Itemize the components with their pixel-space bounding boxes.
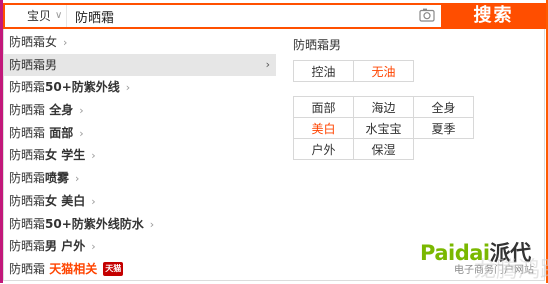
facet-panel: 防晒霜男 控油 无油 面部 海边 全身 美白 水宝宝 夏季 户外 保湿 [293,36,541,160]
facet-option[interactable]: 海边 [353,96,414,118]
search-button[interactable]: 搜索 [441,3,546,29]
suggestion-prefix: 防晒霜 [9,148,46,163]
facet-option[interactable]: 水宝宝 [353,117,414,139]
facet-option[interactable]: 全身 [413,96,474,118]
chevron-right-icon: › [91,240,96,254]
suggestion-item[interactable]: 防晒霜 面部 › [4,122,276,145]
chevron-right-icon: › [63,36,68,49]
suggestion-prefix: 防晒霜 [9,80,46,95]
suggestion-extra: 50+防紫外线 [45,80,120,95]
suggestion-extra: 面部 [45,125,74,140]
suggestion-prefix: 防晒霜 [9,239,46,254]
chevron-right-icon: › [265,57,270,71]
suggestion-prefix: 防晒霜 [9,103,46,118]
suggestion-prefix: 防晒霜 [9,57,46,72]
suggestion-list: 防晒霜女 › 防晒霜男 › 防晒霜50+防紫外线 › 防晒霜 全身 › 防晒霜 面部 › 防晒霜女 … [4,31,276,281]
suggestion-item[interactable]: 防晒霜 全身 › [4,99,276,122]
suggestion-extra: 男 户外 [45,239,86,254]
facet-option[interactable]: 美白 [293,117,354,139]
suggestion-extra: 男 [45,57,58,72]
suggestion-extra: 女 美白 [45,193,86,208]
suggestion-extra: 女 学生 [45,148,86,163]
suggestion-prefix: 防晒霜 [9,171,46,186]
chevron-right-icon: › [125,81,131,95]
suggestion-prefix: 防晒霜 [9,35,46,49]
suggestion-item[interactable]: 防晒霜 天猫相关 天猫 [4,258,276,281]
background-watermark-text: 龙腾鸿跃 [474,258,548,283]
search-scope-dropdown[interactable]: 宝贝 ∨ [5,5,67,27]
chevron-down-icon: ∨ [55,10,63,21]
suggestion-item[interactable]: 防晒霜喷雾 › [4,167,276,190]
suggestion-item[interactable]: 防晒霜50+防紫外线 › [4,76,276,99]
search-scope-label: 宝贝 [27,9,52,23]
camera-icon[interactable] [419,8,435,22]
chevron-right-icon: › [91,149,96,163]
tmall-icon: 天猫 [103,262,124,277]
facet-group-2: 面部 海边 全身 美白 水宝宝 夏季 户外 保湿 [293,96,474,160]
suggestion-item[interactable]: 防晒霜女 › [4,31,276,54]
suggestion-item[interactable]: 防晒霜50+防紫外线防水 › [4,213,276,236]
suggestion-extra: 天猫相关 [45,261,98,276]
chevron-right-icon: › [75,172,80,186]
chevron-right-icon: › [79,104,84,118]
search-bar: 宝贝 ∨ [3,3,441,29]
chevron-right-icon: › [79,126,84,140]
search-input[interactable] [75,5,405,27]
facet-option[interactable]: 户外 [293,138,354,160]
facet-option[interactable]: 保湿 [353,138,414,160]
suggestion-extra: 喷雾 [45,171,70,186]
suggestion-item[interactable]: 防晒霜男 › [4,53,276,77]
suggestion-item[interactable]: 防晒霜女 学生 › [4,144,276,167]
facet-group-1: 控油 无油 [293,60,414,82]
suggestion-item[interactable]: 防晒霜男 户外 › [4,235,276,258]
suggestion-prefix: 防晒霜 [9,216,46,231]
suggestion-prefix: 防晒霜 [9,261,46,276]
suggestion-extra: 50+防紫外线防水 [45,216,144,231]
facet-option[interactable]: 控油 [293,60,354,82]
suggestion-prefix: 防晒霜 [9,125,46,140]
suggestion-prefix: 防晒霜 [9,193,46,208]
suggestion-item[interactable]: 防晒霜女 美白 › [4,190,276,213]
facet-option[interactable]: 夏季 [413,117,474,139]
suggestion-extra: 女 [45,35,58,49]
facet-title: 防晒霜男 [293,38,342,52]
chevron-right-icon: › [91,194,96,208]
facet-option[interactable]: 面部 [293,96,354,118]
chevron-right-icon: › [149,217,155,231]
facet-option[interactable]: 无油 [353,60,414,82]
suggestion-extra: 全身 [45,103,74,118]
